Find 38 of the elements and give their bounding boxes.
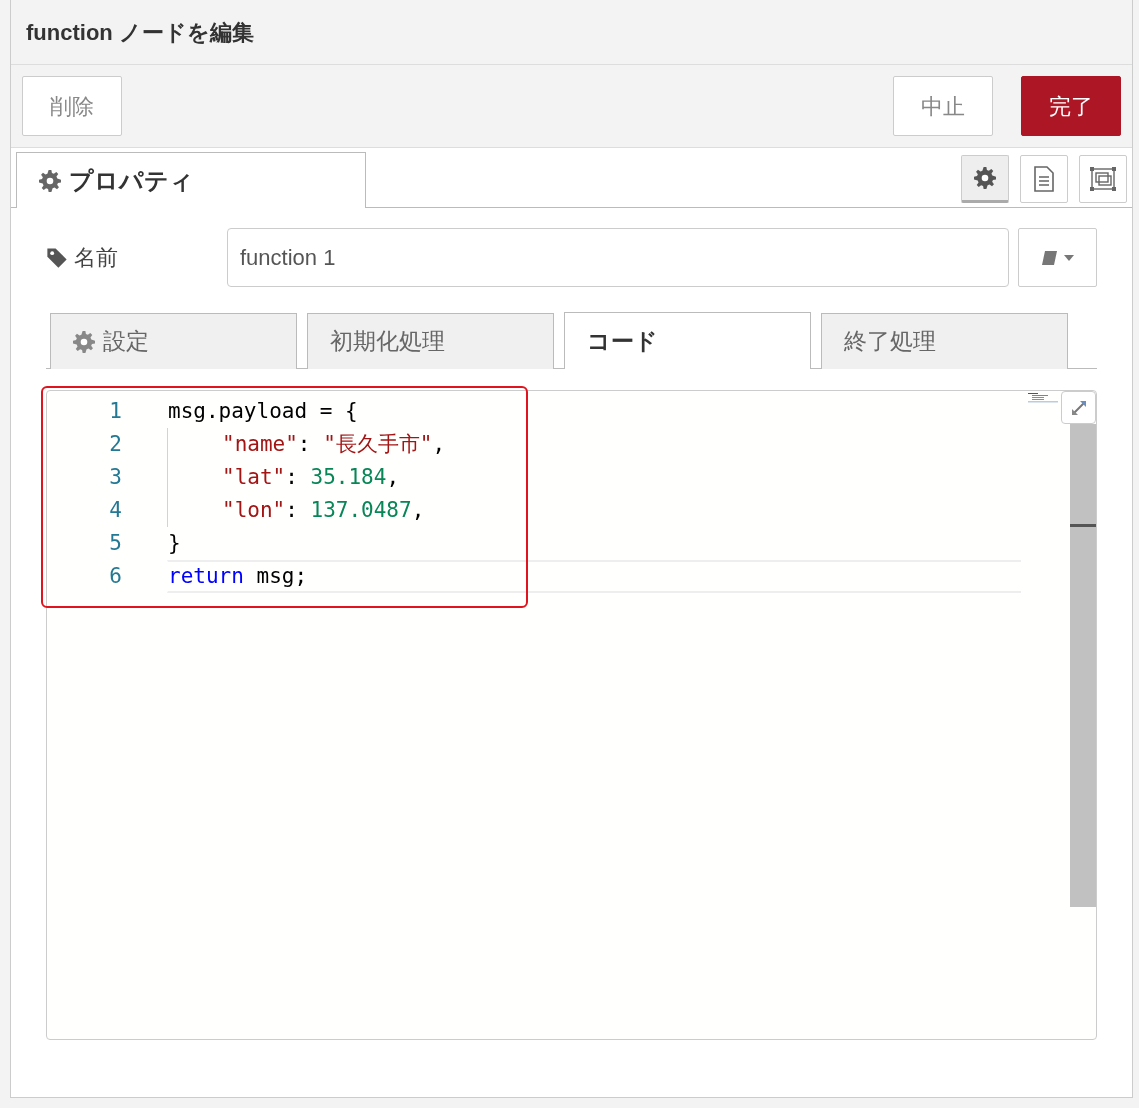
tag-icon (46, 246, 68, 269)
code-line: } (167, 530, 181, 557)
editor-tab[interactable]: コード (564, 312, 811, 369)
line-number: 5 (108, 529, 122, 557)
name-label: 名前 (74, 244, 118, 272)
frame-tab[interactable] (1079, 155, 1127, 203)
expand-button[interactable] (1061, 391, 1096, 424)
library-button[interactable] (1018, 228, 1097, 287)
cancel-button[interactable]: 中止 (893, 76, 993, 136)
gear-icon (39, 169, 61, 192)
expand-icon (1069, 398, 1088, 417)
delete-button[interactable]: 削除 (22, 76, 122, 136)
done-button[interactable]: 完了 (1021, 76, 1121, 136)
gear-icon (73, 330, 95, 353)
editor-tab[interactable]: 設定 (50, 313, 297, 369)
minimap-drawing (1028, 393, 1058, 403)
document-tab[interactable] (1020, 155, 1068, 203)
scrollbar[interactable] (1070, 424, 1096, 907)
line-number: 3 (108, 463, 122, 491)
line-number: 4 (108, 496, 122, 524)
book-icon (1040, 250, 1057, 267)
code-line: "lat": 35.184, (167, 461, 400, 494)
code-line: return msg; (167, 560, 1021, 593)
line-number: 1 (108, 397, 122, 425)
gear-tab[interactable] (961, 155, 1009, 203)
frame-icon (1089, 166, 1117, 192)
name-field[interactable]: function 1 (227, 228, 1009, 287)
code-line: "lon": 137.0487, (167, 494, 425, 527)
editor-tab[interactable]: 終了処理 (821, 313, 1068, 369)
document-icon (1033, 166, 1055, 192)
line-number: 6 (108, 562, 122, 590)
code-line: msg.payload = { (167, 398, 358, 425)
window-title: function ノードを編集 (26, 18, 254, 47)
properties-tab[interactable]: プロパティ (16, 152, 366, 208)
line-number: 2 (108, 430, 122, 458)
code-line: "name": "長久手市", (167, 428, 446, 461)
caret-icon (1062, 254, 1075, 263)
editor-tab[interactable]: 初期化処理 (307, 313, 554, 369)
